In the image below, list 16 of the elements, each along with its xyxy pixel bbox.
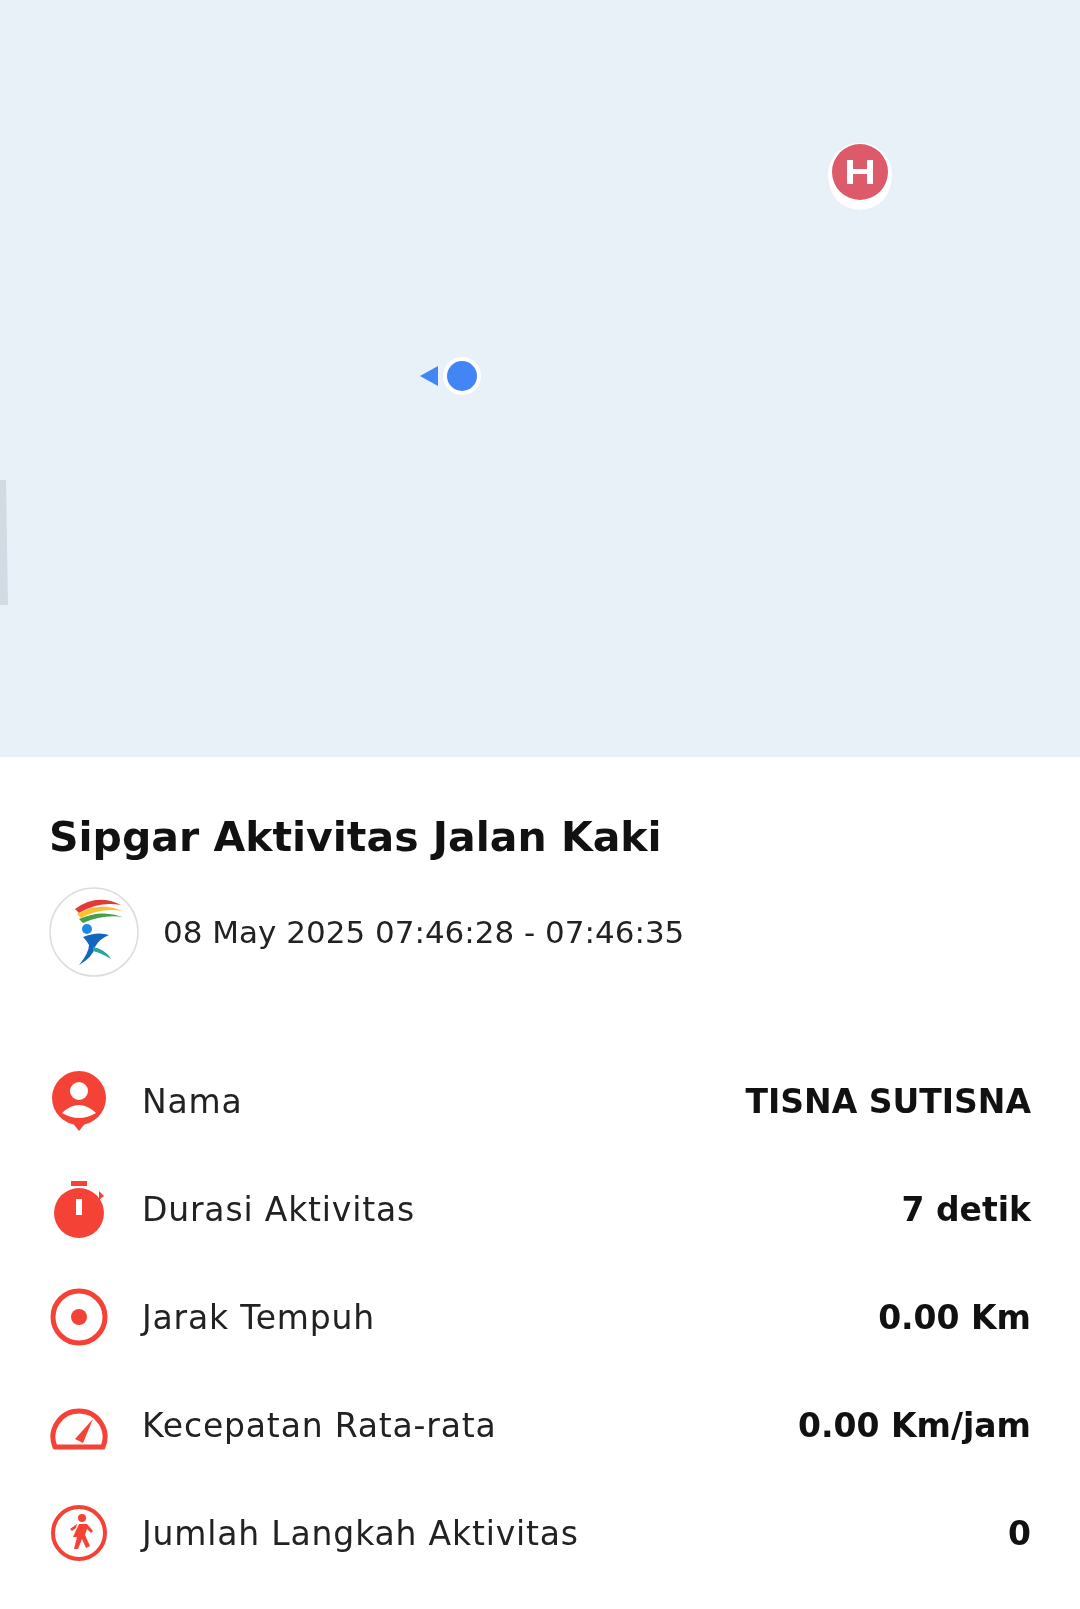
activity-title: Sipgar Aktivitas Jalan Kaki [49, 812, 663, 863]
stat-label: Jumlah Langkah Aktivitas [142, 1512, 579, 1555]
figure-logo-icon [49, 887, 139, 978]
walking-icon [49, 1503, 109, 1564]
person-pin-icon [49, 1071, 109, 1132]
stat-value: 0.00 Km [878, 1296, 1031, 1339]
stat-label: Nama [142, 1080, 243, 1123]
stat-label: Kecepatan Rata-rata [142, 1404, 497, 1447]
stat-value: TISNA SUTISNA [745, 1080, 1031, 1123]
stat-label: Jarak Tempuh [142, 1296, 376, 1339]
stat-value: 7 detik [901, 1188, 1031, 1231]
time-range: 08 May 2025 07:46:28 - 07:46:35 [163, 913, 685, 952]
stat-value: 0 [1008, 1512, 1031, 1555]
target-icon [49, 1287, 109, 1348]
stat-label: Durasi Aktivitas [142, 1188, 415, 1231]
stat-value: 0.00 Km/jam [798, 1404, 1031, 1447]
